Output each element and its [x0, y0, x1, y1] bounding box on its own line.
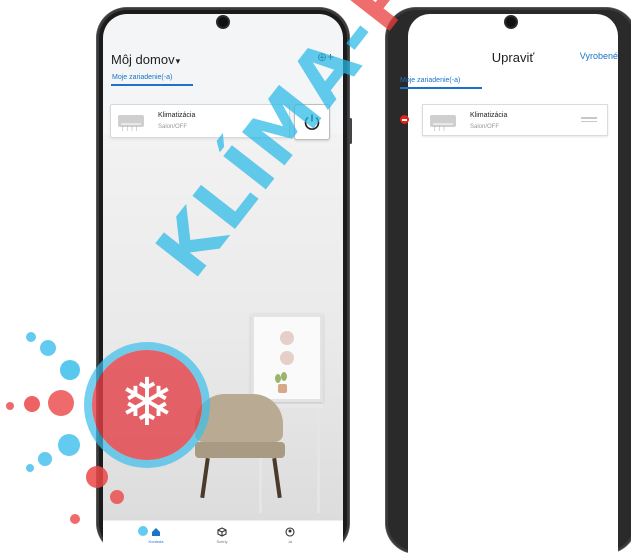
device-card[interactable]: | | | | Klimatizácia Salon/OFF — [110, 104, 290, 138]
device-name: Klimatizácia — [158, 112, 196, 119]
front-camera — [218, 17, 228, 27]
remove-device-button[interactable] — [400, 115, 409, 124]
watermark-dot — [6, 402, 14, 410]
home-icon — [152, 528, 160, 536]
chair — [195, 394, 283, 442]
power-button[interactable] — [294, 104, 330, 140]
nav-label-scenes: Scény — [216, 539, 228, 544]
home-screen: Môj domov▾ ⊕+ Moje zariadenie(-a) | | | … — [103, 14, 343, 553]
front-camera — [506, 17, 516, 27]
user-icon — [285, 527, 295, 537]
phone-left: Môj domov▾ ⊕+ Moje zariadenie(-a) | | | … — [97, 8, 352, 553]
watermark-dot — [38, 452, 52, 466]
watermark-dot — [70, 514, 80, 524]
add-device-icon[interactable]: ⊕+ — [317, 50, 334, 64]
volume-button — [349, 118, 352, 144]
tab-my-devices[interactable]: Moje zariadenie(-a) — [400, 77, 460, 84]
tab-underline — [111, 84, 193, 86]
power-icon — [304, 114, 320, 130]
home-selector[interactable]: Môj domov▾ — [111, 52, 180, 67]
plant-decoration — [275, 372, 289, 394]
watermark-dot — [58, 434, 80, 456]
home-title: Môj domov — [111, 52, 175, 67]
tab-my-devices[interactable]: Moje zariadenie(-a) — [112, 74, 172, 81]
nav-label-me: Ja — [287, 539, 293, 544]
phone-right: Upraviť Vyrobené Moje zariadenie(-a) | |… — [386, 8, 631, 553]
cube-icon — [217, 527, 227, 537]
watermark-dot — [26, 464, 34, 472]
watermark-dot — [48, 390, 74, 416]
watermark-dot — [40, 340, 56, 356]
nav-item-me[interactable]: Ja — [265, 527, 315, 544]
nav-item-scenes[interactable]: Scény — [197, 527, 247, 544]
watermark-dot — [24, 396, 40, 412]
bottom-navigation: Kontrola Scény Ja — [103, 520, 343, 553]
drag-handle-icon[interactable] — [581, 117, 597, 123]
done-button[interactable]: Vyrobené — [580, 51, 618, 61]
device-name: Klimatizácia — [470, 112, 508, 119]
nav-item-control[interactable]: Kontrola — [131, 527, 181, 544]
device-status: Salon/OFF — [158, 124, 188, 130]
watermark-dot — [26, 332, 36, 342]
watermark-dot — [60, 360, 80, 380]
nav-label-control: Kontrola — [148, 539, 164, 544]
tab-underline — [400, 87, 482, 89]
edit-screen: Upraviť Vyrobené Moje zariadenie(-a) | |… — [400, 14, 618, 553]
chevron-down-icon: ▾ — [175, 56, 181, 66]
device-status: Salon/OFF — [470, 124, 500, 130]
device-card: | | | Klimatizácia Salon/OFF — [422, 104, 608, 136]
